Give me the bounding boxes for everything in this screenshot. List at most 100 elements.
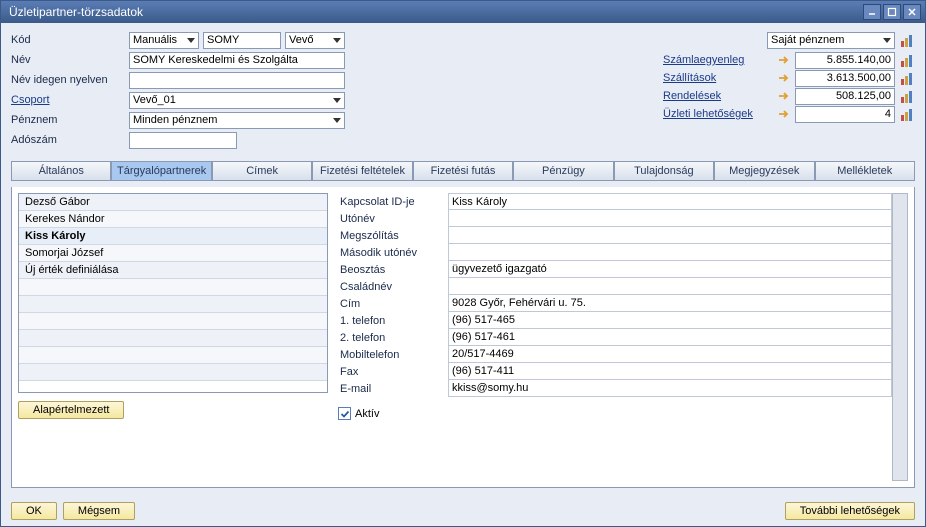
list-item-empty xyxy=(19,364,327,381)
detail-label: 2. telefon xyxy=(338,332,448,344)
left-fields: Kód Manuális SOMY Vevő Név SOMY Keresked… xyxy=(11,31,345,149)
chart-icon[interactable] xyxy=(901,107,915,121)
tab-4[interactable]: Fizetési futás xyxy=(413,161,513,180)
list-item[interactable]: Új érték definiálása xyxy=(19,262,327,279)
list-item-empty xyxy=(19,279,327,296)
set-default-button[interactable]: Alapértelmezett xyxy=(18,401,124,419)
tab-8[interactable]: Mellékletek xyxy=(815,161,915,180)
detail-value[interactable]: (96) 517-411 xyxy=(448,363,892,380)
tab-6[interactable]: Tulajdonság xyxy=(614,161,714,180)
detail-value[interactable]: 9028 Győr, Fehérvári u. 75. xyxy=(448,295,892,312)
close-button[interactable] xyxy=(903,4,921,20)
chart-icon[interactable] xyxy=(901,53,915,67)
drill-arrow-icon[interactable] xyxy=(777,89,791,103)
detail-label: Családnév xyxy=(338,281,448,293)
content: Kód Manuális SOMY Vevő Név SOMY Keresked… xyxy=(1,23,925,496)
foreign-name-input[interactable] xyxy=(129,72,345,89)
detail-value[interactable] xyxy=(448,210,892,227)
detail-label: Fax xyxy=(338,366,448,378)
summary-value: 508.125,00 xyxy=(795,88,895,105)
chart-icon[interactable] xyxy=(901,33,915,47)
tab-body-contacts: Dezső GáborKerekes NándorKiss KárolySomo… xyxy=(11,187,915,488)
summary-label[interactable]: Szállítások xyxy=(663,72,773,84)
tab-2[interactable]: Címek xyxy=(212,161,312,180)
tabs: ÁltalánosTárgyalópartnerekCímekFizetési … xyxy=(11,161,915,181)
detail-label: Második utónév xyxy=(338,247,448,259)
list-item[interactable]: Dezső Gábor xyxy=(19,194,327,211)
summary-value: 5.855.140,00 xyxy=(795,52,895,69)
maximize-button[interactable] xyxy=(883,4,901,20)
detail-value[interactable]: kkiss@somy.hu xyxy=(448,380,892,397)
list-item[interactable]: Kiss Károly xyxy=(19,228,327,245)
titlebar: Üzletipartner-törzsadatok xyxy=(1,1,925,23)
list-item-empty xyxy=(19,296,327,313)
detail-label: Kapcsolat ID-je xyxy=(338,196,448,208)
detail-label: Megszólítás xyxy=(338,230,448,242)
list-item[interactable]: Somorjai József xyxy=(19,245,327,262)
summary-value: 3.613.500,00 xyxy=(795,70,895,87)
name-input[interactable]: SOMY Kereskedelmi és Szolgálta xyxy=(129,52,345,69)
right-fields: Saját pénznem Számlaegyenleg 5.855.140,00… xyxy=(663,31,915,149)
code-label: Kód xyxy=(11,34,125,46)
window-title: Üzletipartner-törzsadatok xyxy=(9,5,143,19)
footer: OK Mégsem További lehetőségek xyxy=(1,496,925,526)
contact-details: Kapcsolat ID-jeKiss KárolyUtónév Megszólí… xyxy=(338,193,908,481)
cancel-button[interactable]: Mégsem xyxy=(63,502,135,520)
detail-label: Utónév xyxy=(338,213,448,225)
tab-3[interactable]: Fizetési feltételek xyxy=(312,161,412,180)
detail-value[interactable] xyxy=(448,227,892,244)
tax-input[interactable] xyxy=(129,132,237,149)
detail-value[interactable]: ügyvezető igazgató xyxy=(448,261,892,278)
detail-label: 1. telefon xyxy=(338,315,448,327)
contacts-list[interactable]: Dezső GáborKerekes NándorKiss KárolySomo… xyxy=(18,193,328,393)
detail-value[interactable]: 20/517-4469 xyxy=(448,346,892,363)
contacts-list-panel: Dezső GáborKerekes NándorKiss KárolySomo… xyxy=(18,193,328,481)
active-label: Aktív xyxy=(355,408,379,420)
summary-label[interactable]: Számlaegyenleg xyxy=(663,54,773,66)
currency-select[interactable]: Minden pénznem xyxy=(129,112,345,129)
currency-label: Pénznem xyxy=(11,114,125,126)
detail-value[interactable] xyxy=(448,278,892,295)
detail-label: Beosztás xyxy=(338,264,448,276)
drill-arrow-icon[interactable] xyxy=(777,71,791,85)
chart-icon[interactable] xyxy=(901,89,915,103)
detail-label: Cím xyxy=(338,298,448,310)
code-input[interactable]: SOMY xyxy=(203,32,281,49)
minimize-button[interactable] xyxy=(863,4,881,20)
detail-fields: Kapcsolat ID-jeKiss KárolyUtónév Megszólí… xyxy=(338,193,892,481)
chart-icon[interactable] xyxy=(901,71,915,85)
own-currency-select[interactable]: Saját pénznem xyxy=(767,32,895,49)
active-checkbox[interactable] xyxy=(338,407,351,420)
bp-master-window: Üzletipartner-törzsadatok Kód Manuális S… xyxy=(0,0,926,527)
tab-5[interactable]: Pénzügy xyxy=(513,161,613,180)
type-select[interactable]: Vevő xyxy=(285,32,345,49)
detail-value[interactable] xyxy=(448,244,892,261)
more-options-button[interactable]: További lehetőségek xyxy=(785,502,915,520)
list-item-empty xyxy=(19,330,327,347)
summary-label[interactable]: Üzleti lehetőségek xyxy=(663,108,773,120)
tax-label: Adószám xyxy=(11,134,125,146)
foreign-name-label: Név idegen nyelven xyxy=(11,74,125,86)
name-label: Név xyxy=(11,54,125,66)
group-label[interactable]: Csoport xyxy=(11,94,125,106)
group-select[interactable]: Vevő_01 xyxy=(129,92,345,109)
detail-value[interactable]: (96) 517-461 xyxy=(448,329,892,346)
tab-0[interactable]: Általános xyxy=(11,161,111,180)
ok-button[interactable]: OK xyxy=(11,502,57,520)
list-item-empty xyxy=(19,347,327,364)
detail-label: E-mail xyxy=(338,383,448,395)
list-item-empty xyxy=(19,313,327,330)
details-scrollbar[interactable] xyxy=(892,193,908,481)
list-item[interactable]: Kerekes Nándor xyxy=(19,211,327,228)
detail-value[interactable]: (96) 517-465 xyxy=(448,312,892,329)
code-mode-select[interactable]: Manuális xyxy=(129,32,199,49)
tab-1[interactable]: Tárgyalópartnerek xyxy=(111,161,211,180)
summary-label[interactable]: Rendelések xyxy=(663,90,773,102)
header-area: Kód Manuális SOMY Vevő Név SOMY Keresked… xyxy=(11,31,915,149)
tab-7[interactable]: Megjegyzések xyxy=(714,161,814,180)
drill-arrow-icon[interactable] xyxy=(777,107,791,121)
detail-value[interactable]: Kiss Károly xyxy=(448,193,892,210)
summary-value: 4 xyxy=(795,106,895,123)
drill-arrow-icon[interactable] xyxy=(777,53,791,67)
detail-label: Mobiltelefon xyxy=(338,349,448,361)
